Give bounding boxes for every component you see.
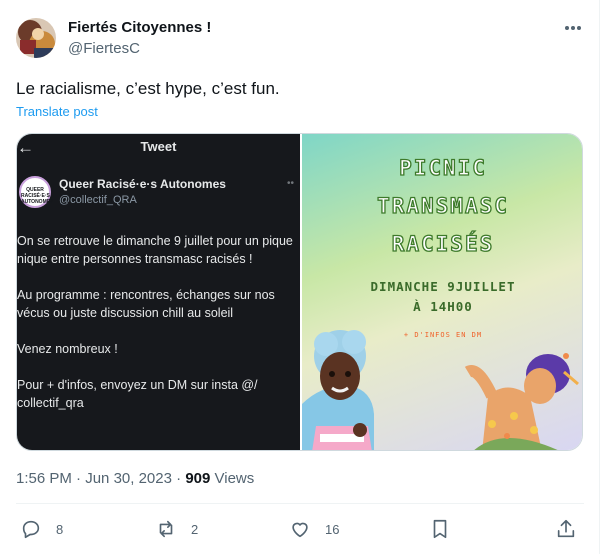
user-handle[interactable]: @FiertesC <box>68 40 140 57</box>
meta-separator: · <box>171 470 186 487</box>
action-bar: 8 2 16 <box>16 512 584 546</box>
poster-title-line-3: RACISÉS <box>391 231 495 256</box>
bookmark-button[interactable] <box>429 512 451 546</box>
more-icon[interactable] <box>560 18 586 38</box>
screenshot-author-name: Queer Racisé·e·s Autonomes <box>59 177 226 191</box>
screenshot-author-handle: @collectif_QRA <box>59 194 137 206</box>
translate-link[interactable]: Translate post <box>16 104 98 119</box>
poster-title-line-1: PICNIC <box>398 155 487 180</box>
repost-button[interactable]: 2 <box>155 512 198 546</box>
poster-title-line-2: TRANSMASC <box>376 193 509 218</box>
collective-logo: QUEER RACISÉ·E·S AUTONOMES <box>19 176 53 208</box>
like-icon <box>289 518 311 540</box>
divider <box>16 503 584 504</box>
screenshot-body-text: On se retrouve le dimanche 9 juillet pou… <box>17 234 293 410</box>
reply-icon <box>20 518 42 540</box>
screenshot-header-title: Tweet <box>140 139 177 154</box>
post-time[interactable]: 1:56 PM <box>16 470 72 487</box>
screenshot-image[interactable]: ← Tweet QUEER RACISÉ·E·S AUTONOMES Queer… <box>17 134 300 450</box>
poster-image[interactable]: PICNIC TRANSMASC RACISÉS DIMANCHE 9JUILL… <box>302 134 582 450</box>
bookmark-icon <box>429 518 451 540</box>
screenshot-more-icon: •• <box>287 178 295 189</box>
like-button[interactable]: 16 <box>289 512 339 546</box>
avatar[interactable] <box>16 18 56 58</box>
reply-count: 8 <box>56 521 64 537</box>
post-media[interactable]: ← Tweet QUEER RACISÉ·E·S AUTONOMES Queer… <box>16 133 583 451</box>
post-date[interactable]: Jun 30, 2023 <box>85 470 172 487</box>
post-container: Fiertés Citoyennes ! @FiertesC Le racial… <box>0 0 600 554</box>
views-count: 909 <box>185 470 211 487</box>
views-label: Views <box>210 470 255 487</box>
share-icon <box>555 518 577 540</box>
display-name[interactable]: Fiertés Citoyennes ! <box>68 19 211 36</box>
reply-button[interactable]: 8 <box>20 512 63 546</box>
poster-dm-note: + D'INFOS EN DM <box>403 331 483 339</box>
poster-time: À 14H00 <box>413 299 473 314</box>
like-count: 16 <box>325 521 340 537</box>
poster-date: DIMANCHE 9JUILLET <box>370 279 516 294</box>
post-text: Le racialisme, c’est hype, c’est fun. <box>16 79 280 98</box>
repost-count: 2 <box>191 521 199 537</box>
repost-icon <box>155 518 177 540</box>
post-metadata: 1:56 PM · Jun 30, 2023 · 909 Views <box>16 470 254 487</box>
meta-separator: · <box>71 470 86 487</box>
share-button[interactable] <box>555 512 577 546</box>
